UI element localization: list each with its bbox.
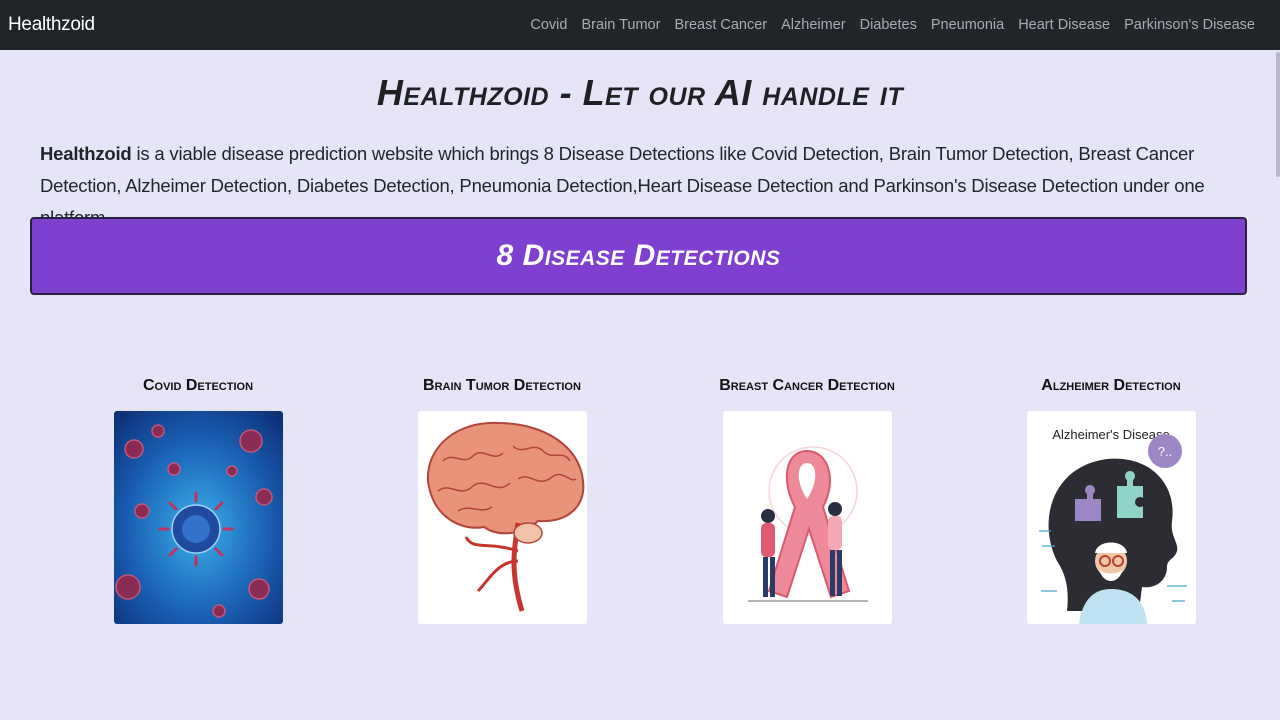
card-title-covid: Covid Detection (142, 377, 254, 394)
card-brain-tumor: Brain Tumor Detection (372, 374, 632, 624)
brain-image[interactable] (418, 411, 587, 624)
card-breast-cancer: Breast Cancer Detection (677, 374, 937, 624)
nav-link-pneumonia[interactable]: Pneumonia (924, 17, 1011, 33)
breast-cancer-image[interactable] (723, 411, 892, 624)
alzheimer-head-illustration: Alzheimer's Disease ?.. (1027, 411, 1196, 624)
nav-link-brain-tumor[interactable]: Brain Tumor (574, 17, 667, 33)
intro-brand: Healthzoid (40, 143, 132, 164)
nav-link-heart-disease[interactable]: Heart Disease (1011, 17, 1117, 33)
covid-image[interactable] (114, 411, 283, 624)
top-navbar: Healthzoid Covid Brain Tumor Breast Canc… (0, 0, 1280, 50)
intro-text: is a viable disease prediction website w… (40, 143, 1205, 228)
alzheimer-image[interactable]: Alzheimer's Disease ?.. (1027, 411, 1196, 624)
card-covid: Covid Detection (68, 374, 328, 624)
nav-link-diabetes[interactable]: Diabetes (853, 17, 924, 33)
card-alzheimer: Alzheimer Detection Alzheimer's Disease … (981, 374, 1241, 624)
brain-illustration (418, 411, 587, 624)
banner-heading: 8 Disease Detections (496, 239, 781, 272)
covid-virus-illustration (114, 411, 283, 624)
nav-link-parkinsons[interactable]: Parkinson's Disease (1117, 17, 1262, 33)
nav-link-alzheimer[interactable]: Alzheimer (774, 17, 852, 33)
pink-ribbon-illustration (723, 411, 892, 624)
card-title-brain-tumor: Brain Tumor Detection (423, 377, 581, 394)
scrollbar-thumb[interactable] (1276, 52, 1280, 177)
alzheimer-bubble-text: ?.. (1158, 444, 1172, 459)
page-title: Healthzoid - Let our AI handle it (376, 72, 904, 113)
brand-link[interactable]: Healthzoid (8, 14, 95, 36)
nav-link-breast-cancer[interactable]: Breast Cancer (667, 17, 774, 33)
nav-link-covid[interactable]: Covid (523, 17, 574, 33)
card-title-alzheimer: Alzheimer Detection (1041, 377, 1181, 394)
detections-banner: 8 Disease Detections (30, 217, 1247, 295)
card-title-breast-cancer: Breast Cancer Detection (719, 377, 895, 394)
alzheimer-image-caption: Alzheimer's Disease (1052, 427, 1169, 442)
nav-links: Covid Brain Tumor Breast Cancer Alzheime… (523, 17, 1262, 33)
